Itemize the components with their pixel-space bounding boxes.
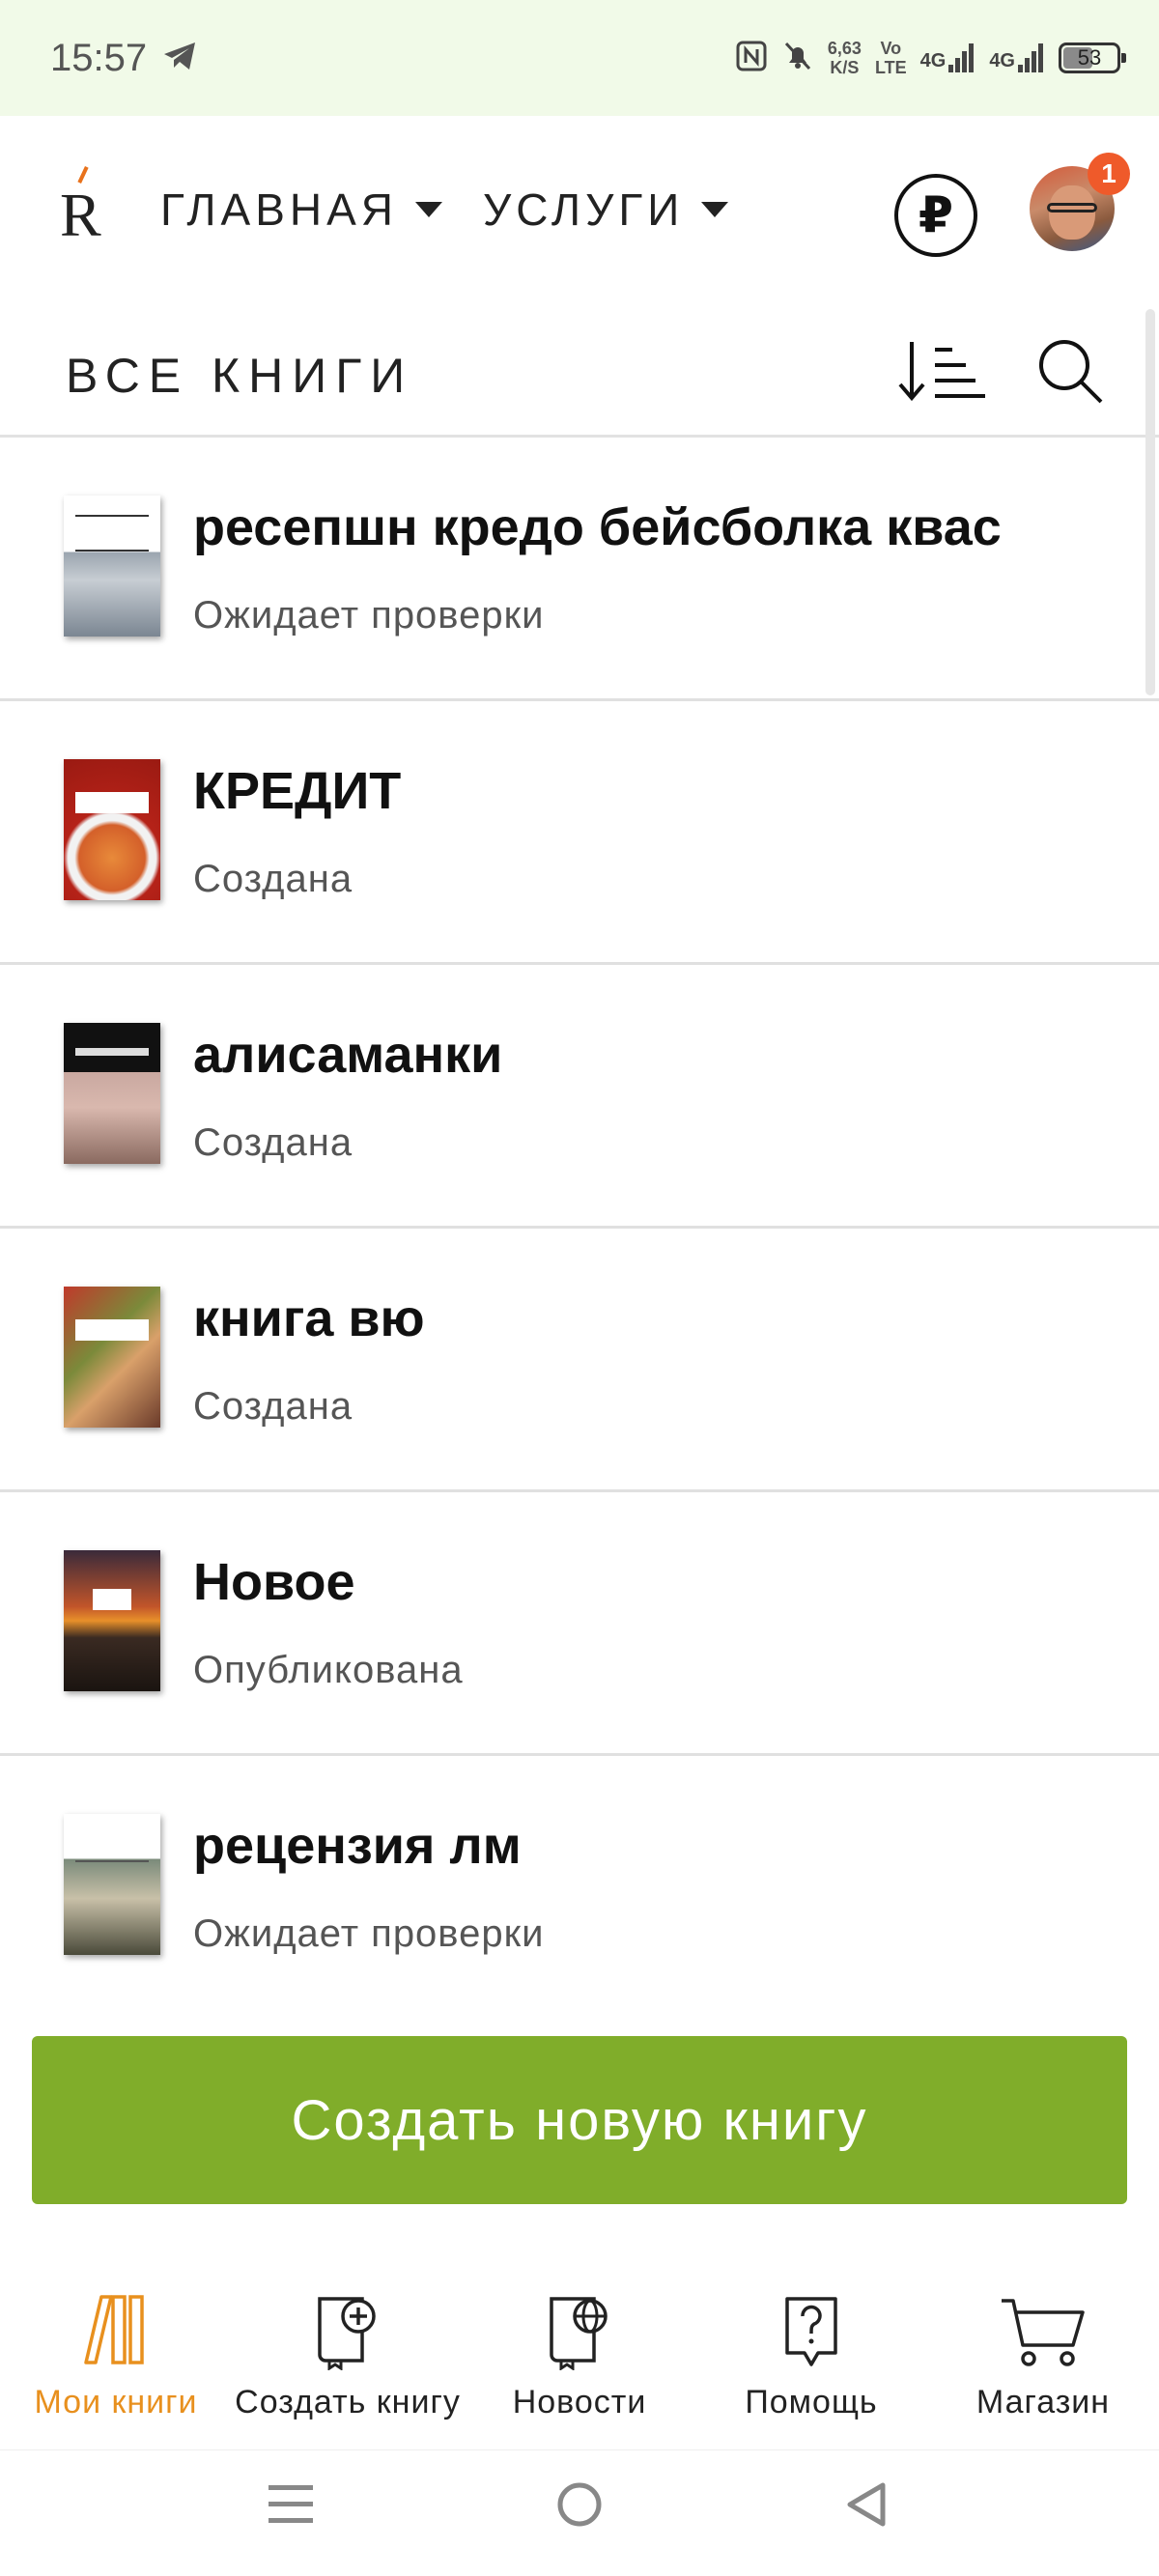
book-status: Создана [193, 1121, 353, 1164]
book-cover [64, 1814, 160, 1955]
battery-level: 53 [1077, 45, 1102, 70]
system-navigation-bar [0, 2449, 1159, 2576]
nav-main-dropdown[interactable]: ГЛАВНАЯ [160, 184, 442, 236]
tab-news[interactable]: Новости [464, 2276, 695, 2449]
page-title: ВСЕ КНИГИ [66, 349, 414, 403]
signal-indicator-1: 4G [920, 43, 976, 72]
menu-icon[interactable] [267, 2479, 315, 2534]
tab-shop[interactable]: Магазин [927, 2276, 1159, 2449]
home-icon[interactable] [554, 2479, 605, 2534]
section-header: ВСЕ КНИГИ [0, 309, 1159, 438]
clock: 15:57 [50, 37, 148, 79]
avatar-face [1049, 185, 1095, 240]
help-icon [785, 2297, 837, 2366]
chevron-down-icon [701, 202, 729, 217]
book-title: книга вю [193, 1289, 425, 1347]
tab-shop-label: Магазин [975, 2384, 1111, 2420]
books-list: ресепшн кредо бейсболка квас Ожидает про… [0, 438, 1159, 2017]
list-item[interactable]: Новое Опубликована [0, 1492, 1159, 1756]
book-status: Опубликована [193, 1649, 464, 1691]
tab-my-books[interactable]: Мои книги [0, 2276, 232, 2449]
signal-type-1: 4G [919, 50, 947, 71]
book-status: Создана [193, 1385, 353, 1428]
search-icon[interactable] [1035, 336, 1105, 410]
list-item[interactable]: ресепшн кредо бейсболка квас Ожидает про… [0, 438, 1159, 701]
book-status: Ожидает проверки [193, 594, 545, 637]
book-cover [64, 1287, 160, 1428]
book-cover [64, 495, 160, 637]
book-globe-icon [550, 2297, 608, 2370]
list-item[interactable]: КРЕДИТ Создана [0, 701, 1159, 965]
tab-create-book-label: Создать книгу [235, 2384, 461, 2420]
network-speed: 6,63 K/S [828, 39, 862, 77]
volte-indicator: Vo LTE [875, 39, 907, 77]
status-icons: 6,63 K/S Vo LTE 4G 4G 53 [735, 29, 1126, 87]
books-icon [84, 2295, 144, 2364]
notification-badge[interactable]: 1 [1088, 153, 1130, 195]
bottom-navigation: Мои книги Создать книгу Новости Помощь М… [0, 2276, 1159, 2449]
create-new-book-button[interactable]: Создать новую книгу [32, 2036, 1127, 2204]
ruble-icon: ₽ [918, 187, 954, 243]
book-title: рецензия лм [193, 1817, 522, 1875]
mute-bell-icon [781, 40, 814, 77]
book-title: КРЕДИТ [193, 762, 402, 820]
logo[interactable]: R [60, 165, 101, 251]
volte-bottom: LTE [874, 58, 907, 77]
list-item[interactable]: книга вю Создана [0, 1229, 1159, 1492]
book-cover [64, 759, 160, 900]
book-plus-icon [318, 2297, 376, 2370]
sort-icon[interactable] [894, 336, 987, 410]
ruble-balance-button[interactable]: ₽ [894, 174, 977, 257]
book-title: ресепшн кредо бейсболка квас [193, 498, 1002, 556]
list-item[interactable]: алисаманки Создана [0, 965, 1159, 1229]
signal-indicator-2: 4G [989, 43, 1045, 72]
cart-icon [1002, 2299, 1085, 2366]
nav-main-label: ГЛАВНАЯ [160, 184, 398, 235]
tab-help[interactable]: Помощь [695, 2276, 927, 2449]
book-title: Новое [193, 1553, 355, 1611]
status-bar: 15:57 6,63 K/S Vo LTE 4G 4G 53 [0, 0, 1159, 116]
nfc-icon [735, 40, 768, 77]
back-icon[interactable] [842, 2479, 890, 2534]
battery-icon: 53 [1059, 42, 1126, 73]
telegram-icon [162, 41, 197, 76]
volte-top: Vo [880, 39, 902, 58]
tab-news-label: Новости [512, 2384, 647, 2420]
nav-services-dropdown[interactable]: УСЛУГИ [483, 184, 729, 236]
book-status: Ожидает проверки [193, 1912, 545, 1955]
book-title: алисаманки [193, 1026, 503, 1084]
tab-my-books-label: Мои книги [34, 2384, 198, 2420]
chevron-down-icon [415, 202, 442, 217]
logo-text: R [60, 181, 101, 249]
book-status: Создана [193, 858, 353, 900]
avatar-glasses [1047, 203, 1097, 212]
network-speed-unit: K/S [830, 58, 860, 77]
tab-help-label: Помощь [745, 2384, 878, 2420]
list-item[interactable]: рецензия лм Ожидает проверки [0, 1756, 1159, 2017]
top-navigation: R ГЛАВНАЯ УСЛУГИ ₽ 1 [0, 116, 1159, 309]
signal-type-2: 4G [989, 50, 1015, 71]
nav-services-label: УСЛУГИ [483, 184, 685, 235]
tab-create-book[interactable]: Создать книгу [232, 2276, 464, 2449]
signal-bars-icon [948, 43, 975, 72]
book-cover [64, 1550, 160, 1691]
network-speed-value: 6,63 [827, 39, 862, 58]
book-cover [64, 1023, 160, 1164]
signal-bars-icon [1018, 43, 1043, 72]
